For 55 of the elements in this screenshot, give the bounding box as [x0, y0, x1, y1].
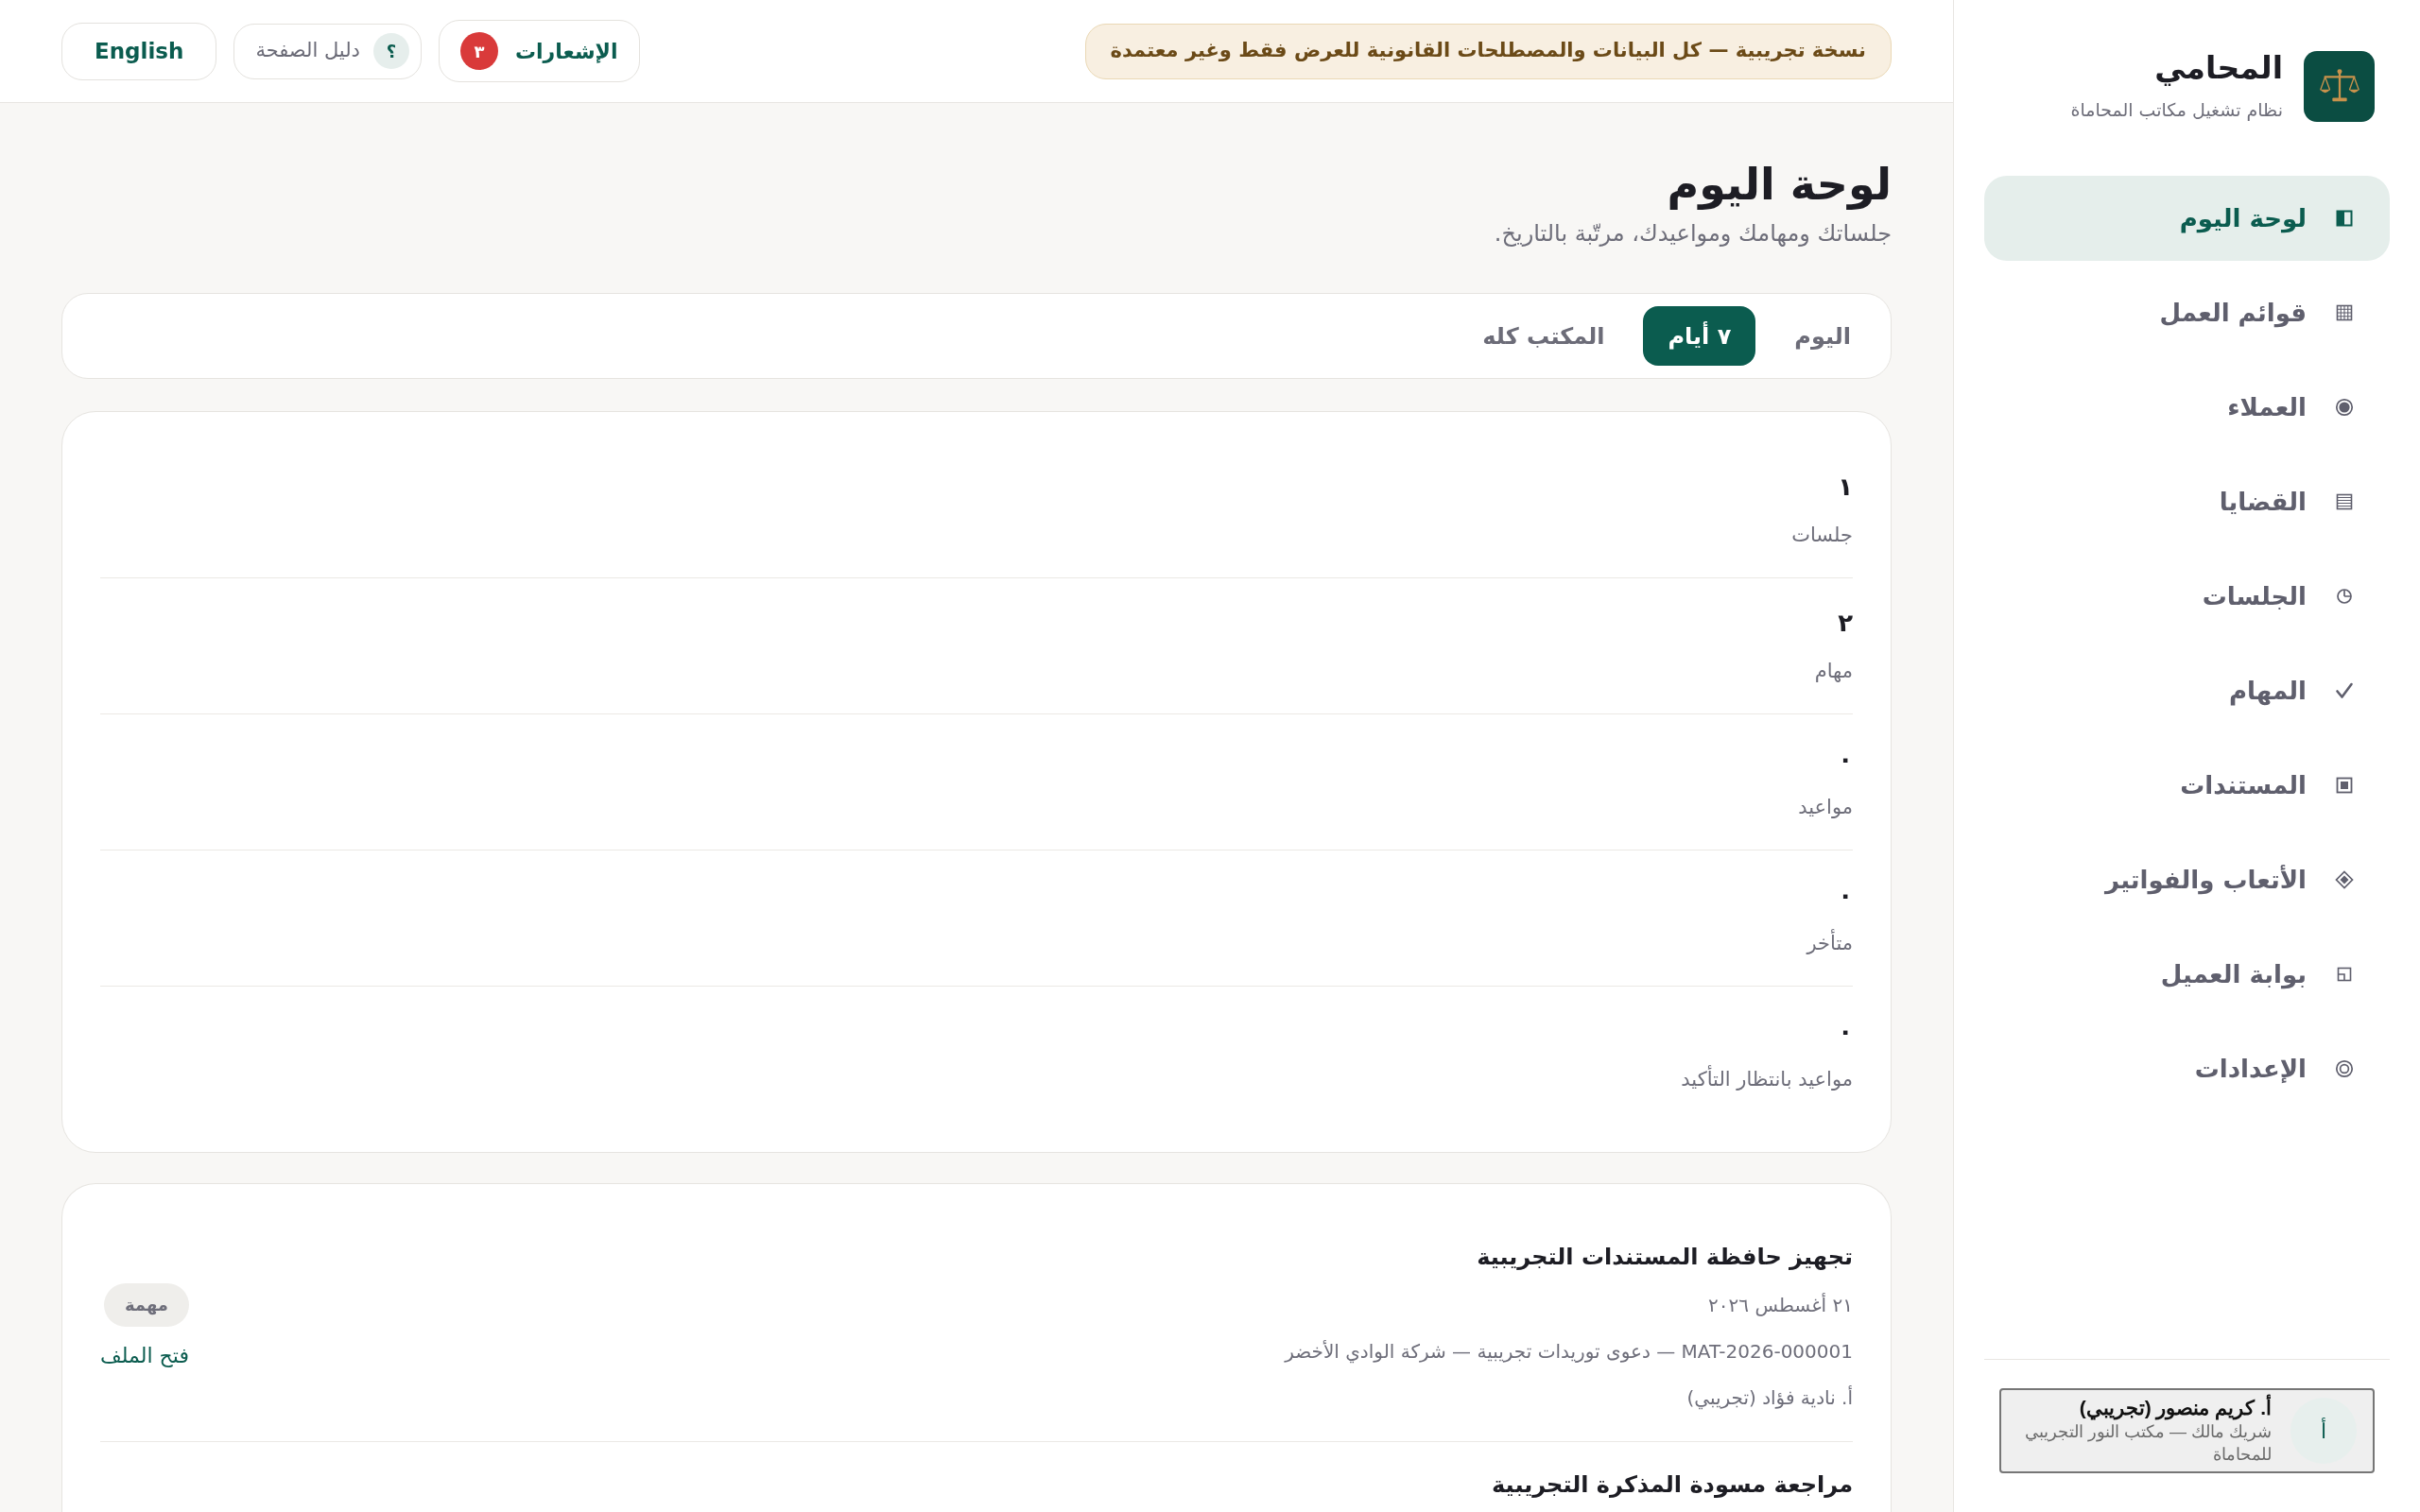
language-button[interactable]: English	[61, 22, 217, 80]
matter-reference: MAT-2026-000001 — دعوى توريدات تجريبية — شركة الوادي الأخضر	[1285, 1339, 1853, 1366]
agenda-item-title: مراجعة مسودة المذكرة التجريبية	[1492, 1470, 1853, 1500]
sidebar-nav-item[interactable]: قوائم العمل	[1984, 270, 2390, 355]
lined-square-icon	[2335, 492, 2354, 511]
user-avatar: أ	[2290, 1398, 2357, 1464]
app-name: المحامي	[2154, 49, 2283, 87]
quadrant-square-icon	[2335, 965, 2354, 984]
user-name: أ. كريم منصور (تجريبي)	[2079, 1396, 2272, 1420]
sidebar-nav-item[interactable]: المهام	[1984, 648, 2390, 733]
filter-tab[interactable]: ٧ أيام	[1643, 306, 1756, 366]
sidebar-nav-item[interactable]: المستندات	[1984, 743, 2390, 828]
stat-label: مواعيد	[1798, 795, 1853, 820]
notifications-button[interactable]: الإشعارات ٣	[438, 20, 640, 82]
half-filled-square-icon	[2335, 209, 2354, 228]
agenda-item-date: ٢١ أغسطس ٢٠٢٦	[1708, 1292, 1853, 1318]
sidebar-nav-item[interactable]: العملاء	[1984, 365, 2390, 450]
filter-tab[interactable]: المكتب كله	[1458, 306, 1630, 366]
item-type-tag: مهمة	[103, 1282, 189, 1327]
stat-value: ٠	[1838, 880, 1853, 911]
filled-circle-icon	[2335, 398, 2354, 417]
stat-label: مواعيد بانتظار التأكيد	[1681, 1064, 1853, 1094]
stat-label: مهام	[1814, 659, 1853, 684]
stat-label: متأخر	[1806, 928, 1853, 958]
stat-value: ١	[1838, 472, 1853, 503]
assignee-name: أ. نادية فؤاد (تجريبي)	[1686, 1384, 1853, 1412]
question-mark-icon: ؟	[372, 33, 409, 69]
square-in-square-icon	[2335, 776, 2354, 795]
sidebar-nav-item[interactable]: القضايا	[1984, 459, 2390, 544]
stat-value: ٢	[1838, 608, 1853, 639]
app-tagline: نظام تشغيل مكاتب المحاماة	[2070, 98, 2283, 123]
notification-count-badge: ٣	[459, 32, 498, 70]
stat-value: ٠	[1838, 1016, 1853, 1047]
stat-value: ٠	[1838, 744, 1853, 775]
user-profile-card[interactable]: أ أ. كريم منصور (تجريبي) شريك مالك — مكتب النور التجريبي للمحاماة	[1999, 1388, 2375, 1473]
sidebar-nav-item[interactable]: الإعدادات	[1984, 1026, 2390, 1111]
grid-icon	[2335, 303, 2354, 322]
sidebar-nav-item[interactable]: لوحة اليوم	[1984, 176, 2390, 261]
user-role: شريك مالك — مكتب النور التجريبي للمحاماة	[2024, 1421, 2272, 1466]
page-title: لوحة اليوم	[1667, 158, 1892, 212]
page-subtitle: جلساتك ومهامك ومواعيدك، مرتّبة بالتاريخ.	[1494, 219, 1892, 249]
demo-notice: نسخة تجريبية — كل البيانات والمصطلحات القانونية للعرض فقط وغير معتمدة	[1084, 23, 1892, 79]
agenda-item-title: تجهيز حافظة المستندات التجريبية	[1477, 1243, 1853, 1272]
stat-label: جلسات	[1791, 523, 1853, 548]
sidebar-nav-item[interactable]: بوابة العميل	[1984, 932, 2390, 1017]
scales-logo-icon	[2304, 50, 2375, 122]
sidebar-nav-item[interactable]: الأتعاب والفواتير	[1984, 837, 2390, 922]
filter-tab[interactable]: اليوم	[1770, 306, 1876, 366]
page-guide-button[interactable]: ؟ دليل الصفحة	[233, 23, 422, 79]
diamond-icon	[2335, 870, 2354, 889]
open-file-link[interactable]: فتح الملف	[100, 1341, 189, 1370]
clock-icon	[2335, 587, 2354, 606]
check-icon	[2335, 681, 2354, 700]
ring-icon	[2335, 1059, 2354, 1078]
sidebar-nav-item[interactable]: الجلسات	[1984, 554, 2390, 639]
